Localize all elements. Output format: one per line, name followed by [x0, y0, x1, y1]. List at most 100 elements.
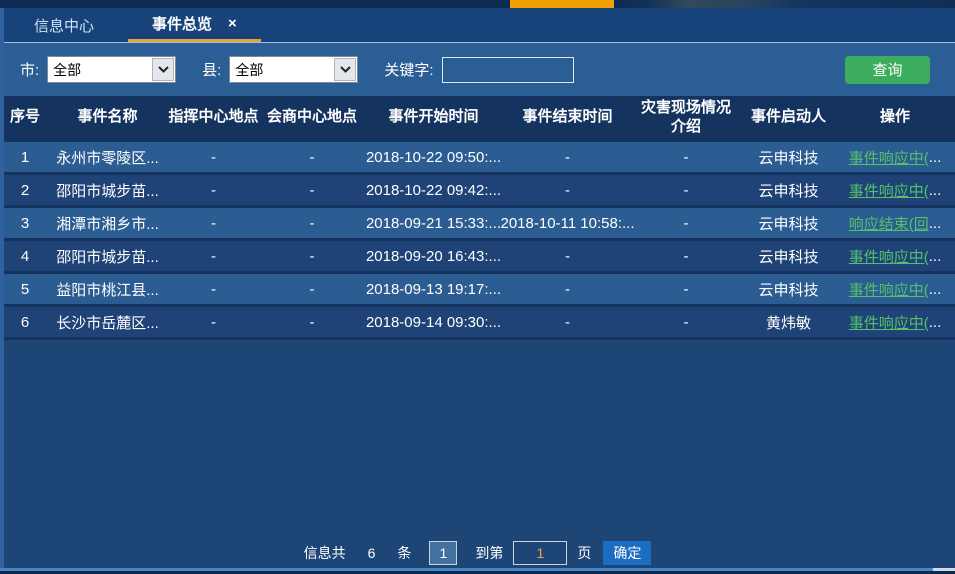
cell-initiator: 黄炜敏 [742, 312, 835, 333]
cell-start-time: 2018-09-14 09:30:... [362, 314, 505, 331]
operation-link[interactable]: 响应结束(回 [849, 213, 929, 234]
cell-meeting-center: - [262, 149, 362, 166]
cell-initiator: 云申科技 [742, 213, 835, 234]
county-select-value: 全部 [230, 60, 263, 80]
header-event-name: 事件名称 [50, 108, 165, 127]
cell-seq: 1 [0, 149, 50, 166]
cell-start-time: 2018-09-20 16:43:... [362, 248, 505, 265]
table-row[interactable]: 4 邵阳市城步苗... - - 2018-09-20 16:43:... - -… [0, 241, 955, 274]
operation-link[interactable]: 事件响应中( [849, 312, 929, 333]
goto-label: 到第 [475, 543, 503, 563]
header-start-time: 事件开始时间 [362, 108, 505, 127]
operation-ellipsis: ... [929, 215, 942, 232]
pagination-total-count: 6 [368, 545, 376, 561]
cell-initiator: 云申科技 [742, 279, 835, 300]
cell-meeting-center: - [262, 215, 362, 232]
operation-ellipsis: ... [929, 182, 942, 199]
operation-ellipsis: ... [929, 248, 942, 265]
top-strip [0, 0, 955, 8]
operation-link[interactable]: 事件响应中( [849, 279, 929, 300]
operation-link[interactable]: 事件响应中( [849, 180, 929, 201]
cell-command-center: - [165, 215, 262, 232]
tab-event-overview[interactable]: 事件总览 × [128, 8, 261, 42]
cell-command-center: - [165, 149, 262, 166]
county-select[interactable]: 全部 [229, 56, 358, 83]
page-number-button[interactable]: 1 [429, 541, 457, 565]
cell-scene-desc: - [630, 149, 742, 166]
header-seq: 序号 [0, 108, 50, 127]
header-initiator: 事件启动人 [742, 108, 835, 127]
table-header: 序号 事件名称 指挥中心地点 会商中心地点 事件开始时间 事件结束时间 灾害现场… [0, 96, 955, 142]
cell-seq: 5 [0, 281, 50, 298]
filter-bar: 市: 全部 县: 全部 关键字: 查询 [0, 43, 955, 96]
cell-event-name: 长沙市岳麓区... [50, 312, 165, 333]
pagination-total-suffix: 条 [397, 543, 411, 563]
panel-left-border [0, 8, 4, 568]
close-icon[interactable]: × [228, 16, 237, 31]
header-end-time: 事件结束时间 [505, 108, 630, 127]
operation-link[interactable]: 事件响应中( [849, 246, 929, 267]
table-row[interactable]: 3 湘潭市湘乡市... - - 2018-09-21 15:33:... 201… [0, 208, 955, 241]
header-command-center: 指挥中心地点 [165, 108, 262, 127]
horizontal-scrollbar-thumb[interactable] [0, 568, 933, 571]
pagination-bar: 信息共 6 条 1 到第 页 确定 [0, 537, 955, 568]
confirm-button[interactable]: 确定 [603, 541, 651, 565]
chevron-down-icon [152, 58, 174, 81]
cell-operation: 事件响应中(... [835, 246, 955, 267]
operation-ellipsis: ... [929, 149, 942, 166]
cell-operation: 事件响应中(... [835, 312, 955, 333]
horizontal-scrollbar-track[interactable] [0, 568, 955, 571]
cell-seq: 4 [0, 248, 50, 265]
page-unit-label: 页 [577, 543, 591, 563]
cell-end-time: - [505, 281, 630, 298]
cell-scene-desc: - [630, 281, 742, 298]
cell-scene-desc: - [630, 248, 742, 265]
cell-start-time: 2018-10-22 09:50:... [362, 149, 505, 166]
cell-seq: 6 [0, 314, 50, 331]
cell-end-time: - [505, 149, 630, 166]
header-operation: 操作 [835, 108, 955, 127]
tab-bar: 信息中心 事件总览 × [0, 8, 955, 43]
cell-start-time: 2018-09-13 19:17:... [362, 281, 505, 298]
cell-event-name: 邵阳市城步苗... [50, 180, 165, 201]
operation-link[interactable]: 事件响应中( [849, 147, 929, 168]
cell-start-time: 2018-10-22 09:42:... [362, 182, 505, 199]
cell-command-center: - [165, 248, 262, 265]
city-select-value: 全部 [48, 60, 81, 80]
cell-command-center: - [165, 281, 262, 298]
city-select[interactable]: 全部 [47, 56, 176, 83]
table-row[interactable]: 1 永州市零陵区... - - 2018-10-22 09:50:... - -… [0, 142, 955, 175]
cell-meeting-center: - [262, 248, 362, 265]
cell-initiator: 云申科技 [742, 180, 835, 201]
table-row[interactable]: 2 邵阳市城步苗... - - 2018-10-22 09:42:... - -… [0, 175, 955, 208]
tab-event-overview-label: 事件总览 [152, 13, 212, 34]
cell-operation: 事件响应中(... [835, 279, 955, 300]
keyword-label: 关键字: [384, 59, 433, 80]
cell-event-name: 永州市零陵区... [50, 147, 165, 168]
header-scene-desc: 灾害现场情况介绍 [630, 99, 742, 137]
cell-initiator: 云申科技 [742, 246, 835, 267]
cell-end-time: 2018-10-11 10:58:... [505, 215, 630, 232]
cell-end-time: - [505, 248, 630, 265]
cell-event-name: 湘潭市湘乡市... [50, 213, 165, 234]
operation-ellipsis: ... [929, 314, 942, 331]
table-empty-area [0, 340, 955, 537]
cell-end-time: - [505, 314, 630, 331]
cell-meeting-center: - [262, 182, 362, 199]
operation-ellipsis: ... [929, 281, 942, 298]
table-body: 1 永州市零陵区... - - 2018-10-22 09:50:... - -… [0, 142, 955, 340]
tab-info-center-label: 信息中心 [34, 15, 94, 36]
table-row[interactable]: 6 长沙市岳麓区... - - 2018-09-14 09:30:... - -… [0, 307, 955, 340]
cell-operation: 响应结束(回... [835, 213, 955, 234]
header-meeting-center: 会商中心地点 [262, 108, 362, 127]
goto-page-input[interactable] [513, 541, 567, 565]
table-row[interactable]: 5 益阳市桃江县... - - 2018-09-13 19:17:... - -… [0, 274, 955, 307]
query-button[interactable]: 查询 [845, 56, 930, 84]
tab-info-center[interactable]: 信息中心 [10, 8, 118, 42]
pagination-total-prefix: 信息共 [304, 543, 346, 563]
cell-meeting-center: - [262, 314, 362, 331]
chevron-down-icon [334, 58, 356, 81]
top-accent-bar [510, 0, 614, 8]
keyword-input[interactable] [442, 57, 574, 83]
county-filter-label: 县: [202, 59, 221, 80]
